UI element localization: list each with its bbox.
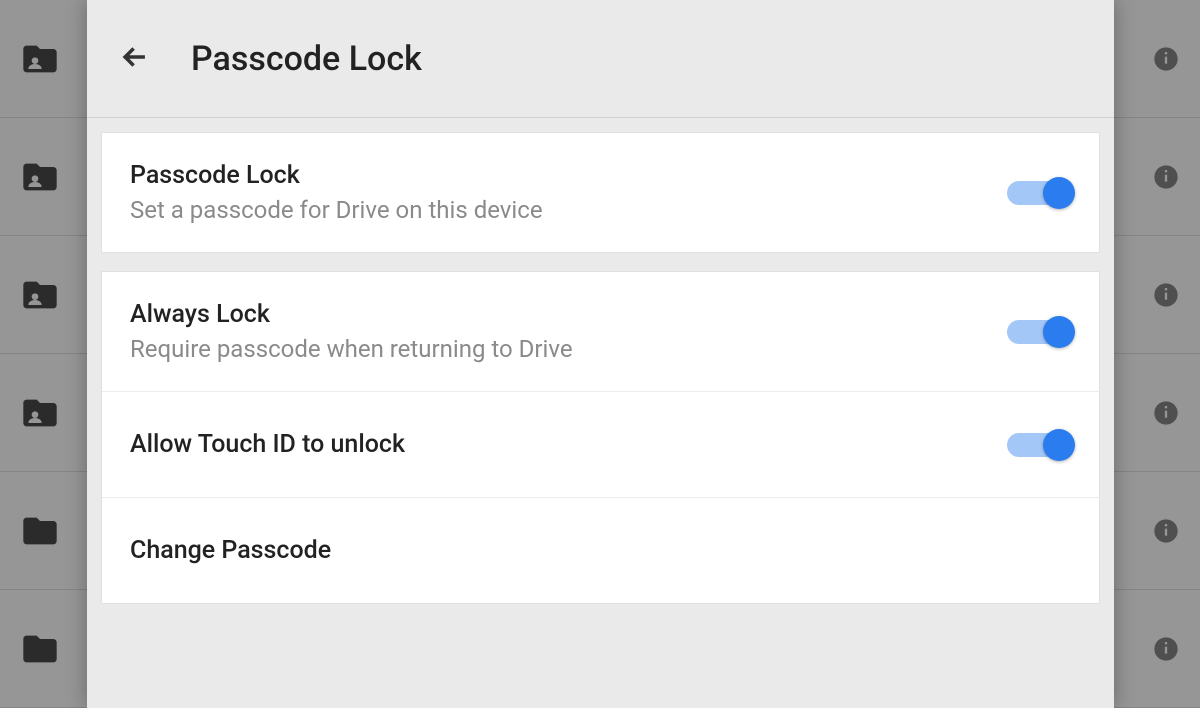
row-text: Allow Touch ID to unlock — [130, 430, 405, 459]
row-subtitle: Require passcode when returning to Drive — [130, 335, 573, 363]
row-text: Always Lock Require passcode when return… — [130, 300, 573, 363]
row-touch-id[interactable]: Allow Touch ID to unlock — [102, 391, 1099, 497]
row-text: Passcode Lock Set a passcode for Drive o… — [130, 161, 543, 224]
touch-id-toggle[interactable] — [1007, 431, 1071, 459]
passcode-lock-toggle[interactable] — [1007, 179, 1071, 207]
row-change-passcode[interactable]: Change Passcode — [102, 497, 1099, 603]
back-button[interactable] — [107, 31, 163, 87]
row-subtitle: Set a passcode for Drive on this device — [130, 196, 543, 224]
passcode-lock-modal: Passcode Lock Passcode Lock Set a passco… — [87, 0, 1114, 708]
modal-title: Passcode Lock — [191, 39, 422, 79]
row-always-lock[interactable]: Always Lock Require passcode when return… — [102, 272, 1099, 391]
arrow-left-icon — [118, 40, 152, 78]
always-lock-toggle[interactable] — [1007, 318, 1071, 346]
row-title: Change Passcode — [130, 536, 331, 565]
toggle-thumb — [1043, 429, 1075, 461]
row-title: Passcode Lock — [130, 161, 543, 190]
modal-body: Passcode Lock Set a passcode for Drive o… — [87, 118, 1114, 636]
card-options: Always Lock Require passcode when return… — [101, 271, 1100, 604]
row-text: Change Passcode — [130, 536, 331, 565]
modal-header: Passcode Lock — [87, 0, 1114, 118]
row-title: Allow Touch ID to unlock — [130, 430, 405, 459]
toggle-thumb — [1043, 316, 1075, 348]
row-passcode-lock[interactable]: Passcode Lock Set a passcode for Drive o… — [102, 133, 1099, 252]
toggle-thumb — [1043, 177, 1075, 209]
card-passcode: Passcode Lock Set a passcode for Drive o… — [101, 132, 1100, 253]
row-title: Always Lock — [130, 300, 573, 329]
